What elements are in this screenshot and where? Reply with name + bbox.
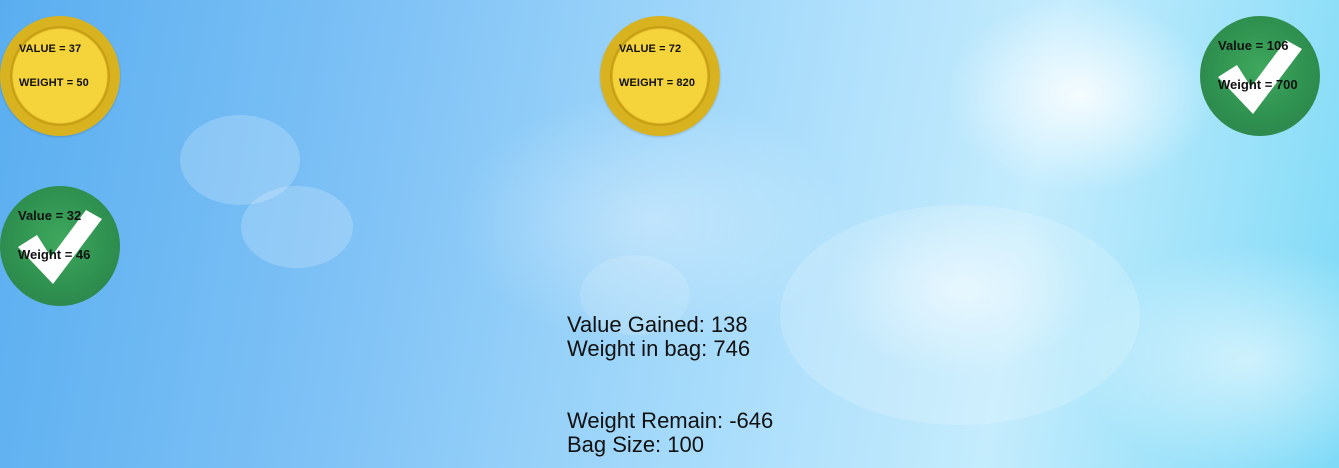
selected-item-1[interactable]: Value = 106 Weight = 700	[1200, 16, 1320, 136]
weight-remain-text: Weight Remain: -646	[567, 408, 774, 433]
bokeh-circle	[780, 205, 1140, 425]
item-value-label: Value = 32	[18, 208, 82, 223]
gold-coin-item-1[interactable]: VALUE = 37 WEIGHT = 50	[0, 16, 120, 136]
bokeh-circle	[241, 186, 353, 268]
weight-in-bag-text: Weight in bag: 746	[567, 336, 751, 361]
item-weight-label: Weight = 700	[1218, 77, 1298, 92]
coin-value-label: VALUE = 72	[619, 43, 682, 55]
score-summary: Value Gained: 138 Weight in bag: 746	[567, 313, 750, 361]
bag-summary: Weight Remain: -646 Bag Size: 100	[567, 409, 773, 457]
item-weight-label: Weight = 46	[18, 247, 91, 262]
coin-weight-label: WEIGHT = 50	[19, 77, 89, 89]
gold-coin-item-2[interactable]: VALUE = 72 WEIGHT = 820	[600, 16, 720, 136]
coin-weight-label: WEIGHT = 820	[619, 77, 696, 89]
value-gained-text: Value Gained: 138	[567, 312, 748, 337]
coin-value-label: VALUE = 37	[19, 43, 82, 55]
bokeh-circle	[180, 115, 300, 205]
item-value-label: Value = 106	[1218, 38, 1289, 53]
bag-size-text: Bag Size: 100	[567, 432, 704, 457]
selected-item-2[interactable]: Value = 32 Weight = 46	[0, 186, 120, 306]
